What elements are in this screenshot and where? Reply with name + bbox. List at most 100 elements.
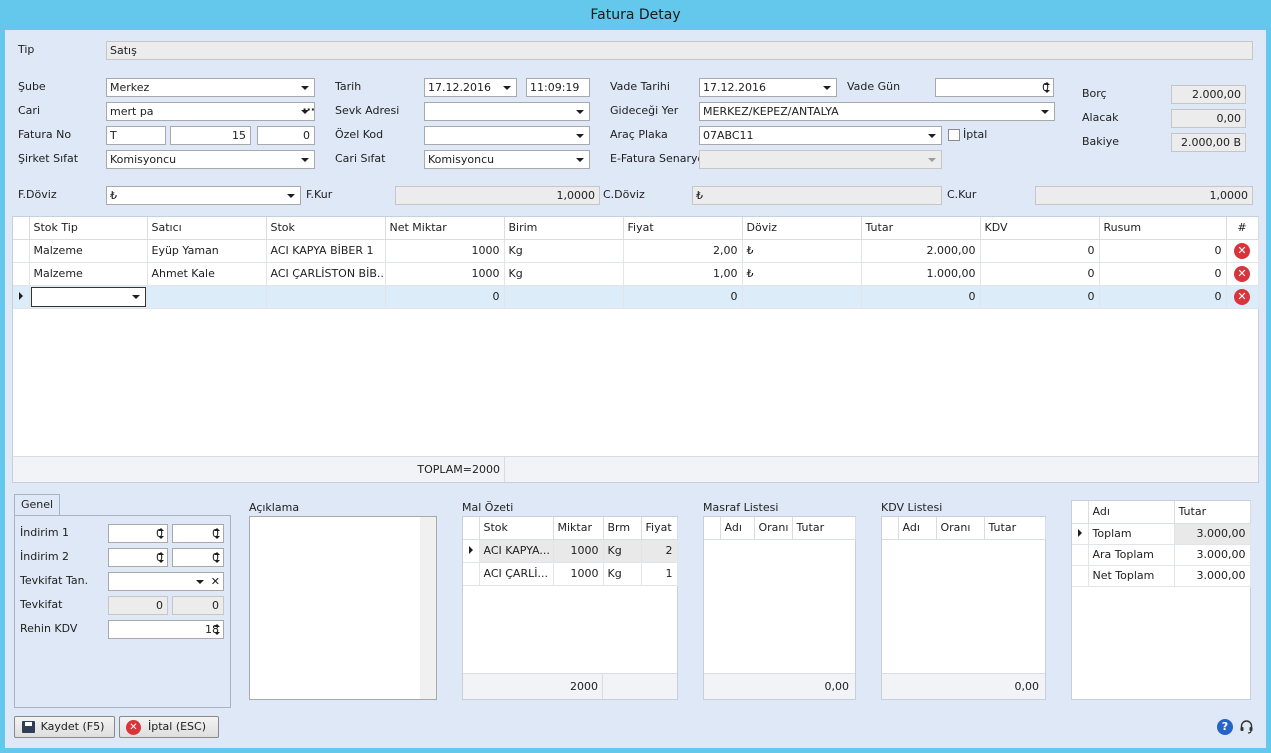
delete-row-icon[interactable]: ✕ <box>1234 265 1250 282</box>
tevkifat-tan-select[interactable]: ✕ <box>108 572 224 591</box>
cell-fiyat[interactable]: 0 <box>623 285 743 309</box>
cell-rusum[interactable]: 0 <box>1099 239 1227 263</box>
cell-tutar[interactable]: 2.000,00 <box>861 239 981 263</box>
row-selector[interactable] <box>1072 544 1089 566</box>
row-selector[interactable] <box>463 562 480 586</box>
table-row[interactable]: ACI ÇARLİ... 1000 Kg 1 <box>463 562 678 586</box>
cell-satici[interactable] <box>147 285 267 309</box>
column-header[interactable]: Fiyat <box>623 217 743 240</box>
column-header[interactable]: Tutar <box>792 517 856 540</box>
row-selector[interactable] <box>463 539 480 563</box>
column-header[interactable]: Stok <box>479 517 554 540</box>
spin-down-icon[interactable] <box>158 536 164 539</box>
delete-row-icon[interactable]: ✕ <box>1234 288 1250 305</box>
spin-up-icon[interactable] <box>214 528 220 531</box>
clear-icon[interactable]: ✕ <box>211 573 220 590</box>
cell-tutar[interactable]: 3.000,00 <box>1174 565 1251 587</box>
cell-satici[interactable]: Eyüp Yaman <box>147 239 267 263</box>
vade-gun-stepper[interactable]: 0 <box>935 78 1054 97</box>
column-header[interactable]: Satıcı <box>147 217 267 240</box>
cari-sifat-select[interactable]: Komisyoncu <box>424 150 590 169</box>
spin-down-icon[interactable] <box>1044 90 1050 93</box>
ozel-kod-select[interactable] <box>424 126 590 145</box>
fdoviz-select[interactable]: ₺ <box>106 186 301 205</box>
column-header[interactable]: Oranı <box>754 517 793 540</box>
cell-adi[interactable]: Net Toplam <box>1088 565 1175 587</box>
fatura-no-sira-input[interactable]: 15 <box>170 126 251 145</box>
cell-stok[interactable]: ACI ÇARLİSTON BİB... <box>266 262 386 286</box>
cell-kdv[interactable]: 0 <box>980 262 1100 286</box>
tarih-picker[interactable]: 17.12.2016 <box>424 78 517 97</box>
cell-stok[interactable]: ACI KAPYA BİBER 1 <box>266 239 386 263</box>
indirim2-b-stepper[interactable]: 0 <box>172 548 224 567</box>
cell-doviz[interactable]: ₺ <box>742 239 862 263</box>
row-selector[interactable] <box>13 285 30 309</box>
cell-doviz[interactable]: ₺ <box>742 262 862 286</box>
table-row[interactable]: Net Toplam 3.000,00 <box>1072 565 1251 587</box>
column-header[interactable]: Stok <box>266 217 386 240</box>
column-header[interactable]: Oranı <box>936 517 985 540</box>
cell-stok-tip[interactable]: Malzeme <box>29 239 148 263</box>
cell-tutar[interactable]: 3.000,00 <box>1174 523 1251 545</box>
cell-satici[interactable]: Ahmet Kale <box>147 262 267 286</box>
cell-stok[interactable]: ACI ÇARLİ... <box>479 562 554 586</box>
stok-tip-dropdown[interactable] <box>30 286 146 307</box>
row-selector[interactable] <box>1072 565 1089 587</box>
arac-plaka-select[interactable]: 07ABC11 <box>699 126 942 145</box>
cell-fiyat[interactable]: 2,00 <box>623 239 743 263</box>
cari-select[interactable]: mert pa ··· <box>106 102 315 121</box>
cell-net-miktar[interactable]: 1000 <box>385 239 505 263</box>
indirim2-a-stepper[interactable]: 0 <box>108 548 168 567</box>
cell-fiyat[interactable]: 1 <box>641 562 678 586</box>
cell-brm[interactable]: Kg <box>603 539 642 563</box>
cell-fiyat[interactable]: 2 <box>641 539 678 563</box>
cell-kdv[interactable]: 0 <box>980 285 1100 309</box>
row-selector[interactable] <box>1072 523 1089 545</box>
spin-up-icon[interactable] <box>1044 82 1050 85</box>
cell-tutar[interactable]: 1.000,00 <box>861 262 981 286</box>
cancel-button[interactable]: ✕ İptal (ESC) <box>119 716 219 738</box>
save-button[interactable]: Kaydet (F5) <box>14 716 115 738</box>
table-row[interactable]: ACI KAPYA... 1000 Kg 2 <box>463 539 678 563</box>
cell-miktar[interactable]: 1000 <box>553 539 604 563</box>
cell-rusum[interactable]: 0 <box>1099 285 1227 309</box>
spin-down-icon[interactable] <box>158 560 164 563</box>
sirket-sifat-select[interactable]: Komisyoncu <box>106 150 315 169</box>
column-header[interactable]: # <box>1226 217 1259 240</box>
cell-birim[interactable]: Kg <box>504 262 624 286</box>
aciklama-scrollbar[interactable] <box>420 517 436 699</box>
fatura-no-ek-input[interactable]: 0 <box>257 126 315 145</box>
table-row[interactable]: Ara Toplam 3.000,00 <box>1072 544 1251 566</box>
spin-up-icon[interactable] <box>158 528 164 531</box>
cell-net-miktar[interactable]: 0 <box>385 285 505 309</box>
column-header[interactable]: Fiyat <box>641 517 678 540</box>
column-header[interactable]: Adı <box>898 517 937 540</box>
column-header[interactable]: Birim <box>504 217 624 240</box>
new-row[interactable]: 0 0 0 0 0 ✕ <box>13 285 1259 309</box>
help-icon[interactable]: ? <box>1217 719 1233 735</box>
sube-select[interactable]: Merkez <box>106 78 315 97</box>
column-header[interactable]: Tutar <box>1174 501 1251 524</box>
chevron-down-icon[interactable] <box>196 580 204 584</box>
cell-birim[interactable]: Kg <box>504 239 624 263</box>
aciklama-textarea[interactable] <box>249 516 437 700</box>
gidecegi-yer-select[interactable]: MERKEZ/KEPEZ/ANTALYA <box>699 102 1055 121</box>
column-header[interactable]: Tutar <box>984 517 1046 540</box>
indirim1-b-stepper[interactable]: 0 <box>172 524 224 543</box>
column-header[interactable]: Net Miktar <box>385 217 505 240</box>
spin-up-icon[interactable] <box>214 552 220 555</box>
table-row[interactable]: Malzeme Eyüp Yaman ACI KAPYA BİBER 1 100… <box>13 239 1259 263</box>
row-selector[interactable] <box>13 239 30 263</box>
table-row[interactable]: Toplam 3.000,00 <box>1072 523 1251 545</box>
column-header[interactable]: Adı <box>1088 501 1175 524</box>
spin-up-icon[interactable] <box>158 552 164 555</box>
column-header[interactable]: Stok Tip <box>29 217 148 240</box>
cell-stok-tip-editor[interactable] <box>29 285 148 309</box>
cell-miktar[interactable]: 1000 <box>553 562 604 586</box>
column-header[interactable]: Rusum <box>1099 217 1227 240</box>
tab-genel[interactable]: Genel <box>14 494 60 516</box>
cell-birim[interactable] <box>504 285 624 309</box>
table-row[interactable]: Malzeme Ahmet Kale ACI ÇARLİSTON BİB... … <box>13 262 1259 286</box>
cell-brm[interactable]: Kg <box>603 562 642 586</box>
column-header[interactable]: Tutar <box>861 217 981 240</box>
